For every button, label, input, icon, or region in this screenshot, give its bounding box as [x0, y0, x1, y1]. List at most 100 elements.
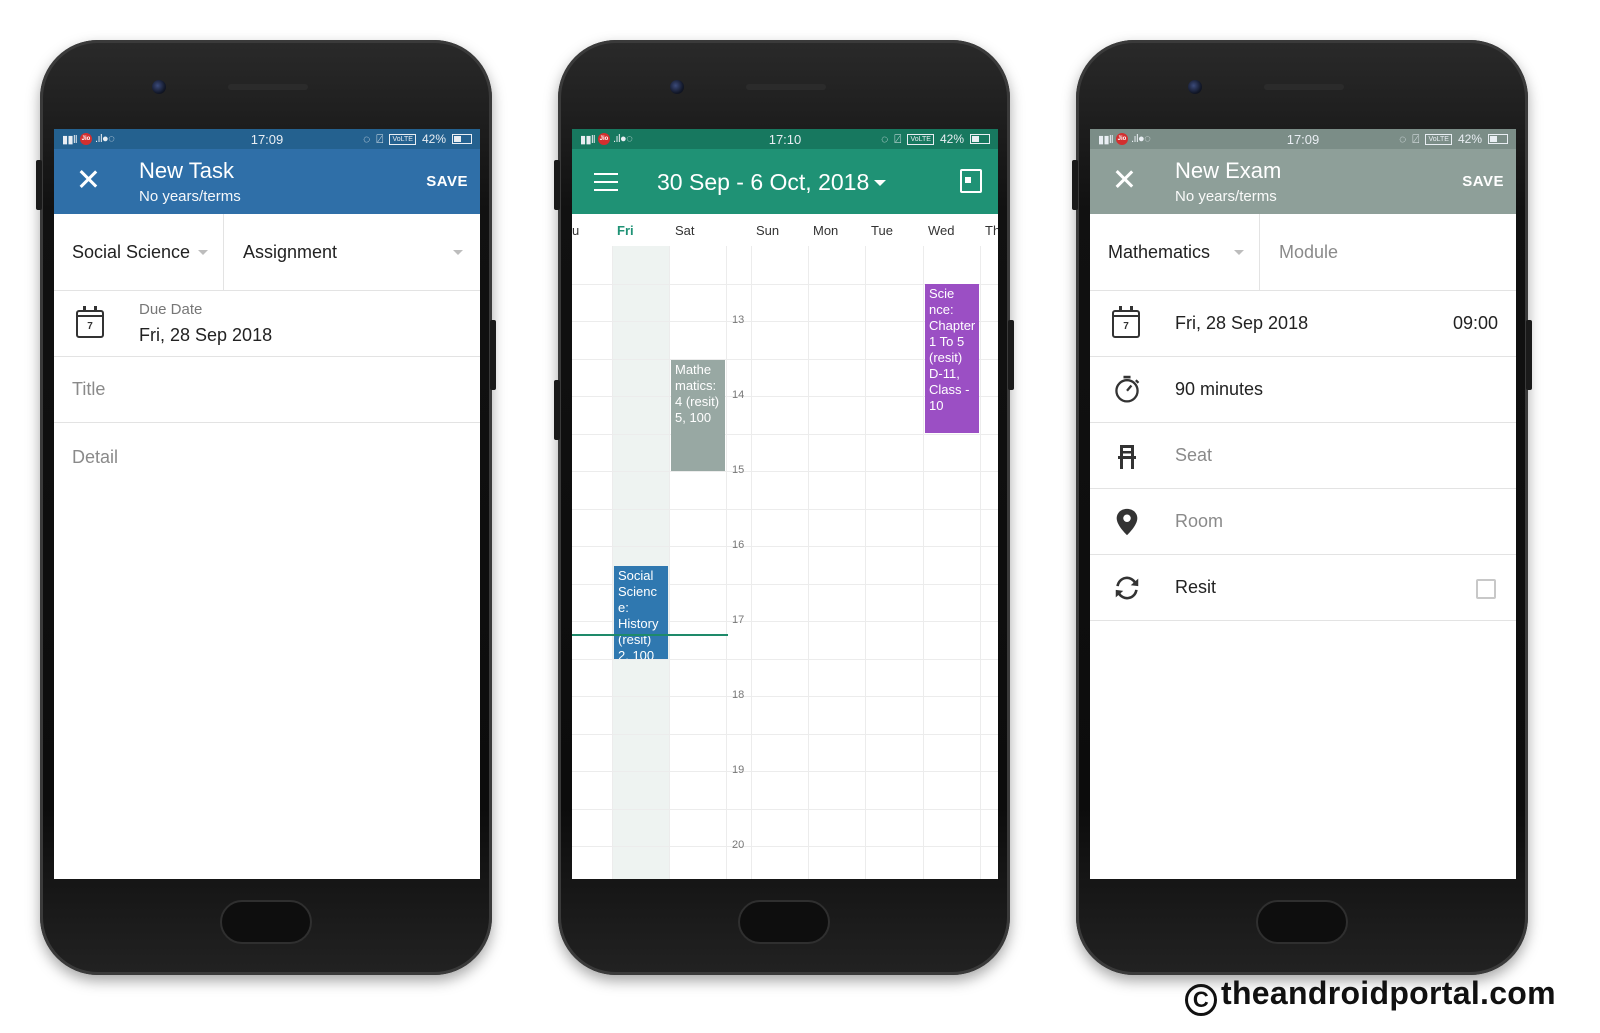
- signal-icon: ▮▮ll: [1098, 133, 1114, 146]
- menu-icon[interactable]: [594, 173, 618, 191]
- signal-icon: .ıl●◌: [95, 133, 115, 145]
- chevron-down-icon: [1234, 250, 1244, 255]
- mute-icon: ⍁: [376, 131, 384, 146]
- save-button[interactable]: SAVE: [1462, 173, 1504, 190]
- type-value: Assignment: [243, 242, 338, 262]
- power-button: [1526, 320, 1532, 390]
- mute-icon: ⍁: [894, 131, 902, 146]
- day-label: Mon: [813, 223, 839, 238]
- subject-select[interactable]: Social Science: [54, 214, 224, 290]
- phone-frame-task: ▮▮ll Jio .ıl●◌ 17:09 ◌ ⍁ VoLTE 42% New T…: [36, 40, 496, 975]
- battery-percent: 42%: [1457, 132, 1482, 146]
- volume-button: [554, 160, 560, 210]
- close-icon[interactable]: [76, 167, 100, 191]
- day-label: Sun: [756, 223, 780, 238]
- task-toolbar: New Task No years/terms SAVE: [54, 149, 480, 214]
- current-time-indicator: [572, 634, 728, 636]
- room-placeholder: Room: [1175, 511, 1224, 531]
- room-field[interactable]: Room: [1090, 489, 1516, 555]
- seat-field[interactable]: Seat: [1090, 423, 1516, 489]
- exam-screen: ▮▮ll Jio .ıl●◌ 17:09 ◌ ⍁ VoLTE 42% New E…: [1090, 129, 1516, 879]
- status-bar: ▮▮ll Jio .ıl●◌ 17:09 ◌ ⍁ VoLTE 42%: [54, 129, 480, 149]
- stopwatch-icon: [1115, 375, 1140, 403]
- title-field[interactable]: Title: [54, 357, 480, 423]
- close-icon[interactable]: [1112, 167, 1136, 191]
- detail-field[interactable]: Detail: [54, 423, 480, 563]
- home-button[interactable]: [1256, 900, 1348, 944]
- page-subtitle: No years/terms: [1175, 188, 1277, 205]
- save-button[interactable]: SAVE: [426, 173, 468, 190]
- hour-label: 18: [732, 689, 745, 701]
- phone-frame-exam: ▮▮ll Jio .ıl●◌ 17:09 ◌ ⍁ VoLTE 42% New E…: [1072, 40, 1532, 975]
- page-subtitle: No years/terms: [139, 188, 241, 205]
- day-label: Sat: [675, 223, 695, 238]
- watermark-text: theandroidportal.com: [1221, 975, 1556, 1011]
- subject-select[interactable]: Mathematics: [1090, 214, 1260, 290]
- subject-value: Social Science: [72, 242, 191, 262]
- day-header: u Fri Sat Sun Mon Tue Wed Th: [572, 214, 998, 246]
- carrier-icon: Jio: [1116, 133, 1128, 145]
- front-camera: [1188, 80, 1202, 94]
- calendar-today-icon[interactable]: [960, 169, 982, 193]
- chevron-down-icon[interactable]: [874, 180, 886, 186]
- event-mathematics[interactable]: Mathe matics: 4 (resit) 5, 100: [671, 360, 725, 471]
- earpiece-speaker: [228, 84, 308, 90]
- subject-value: Mathematics: [1108, 242, 1211, 262]
- signal-icon: ▮▮ll: [580, 133, 596, 146]
- page-title: New Exam: [1175, 158, 1282, 183]
- battery-icon: [970, 134, 990, 144]
- resit-row[interactable]: Resit: [1090, 555, 1516, 621]
- detail-placeholder: Detail: [72, 447, 119, 467]
- volume-button: [1072, 160, 1078, 210]
- duration-row[interactable]: 90 minutes: [1090, 357, 1516, 423]
- front-camera: [670, 80, 684, 94]
- home-button[interactable]: [220, 900, 312, 944]
- type-select[interactable]: Assignment: [225, 214, 480, 290]
- due-date-value: Fri, 28 Sep 2018: [139, 325, 273, 345]
- day-label-today: Fri: [617, 223, 634, 238]
- seat-icon: [1118, 445, 1136, 469]
- date-time-row[interactable]: 7 Fri, 28 Sep 2018 09:00: [1090, 291, 1516, 357]
- headset-icon: ◌: [881, 132, 889, 146]
- event-science[interactable]: Scie nce: Chapter 1 To 5 (resit) D-11, C…: [925, 284, 979, 433]
- week-range[interactable]: 30 Sep - 6 Oct, 2018: [657, 169, 869, 196]
- week-grid[interactable]: 13 14 15 16 17 18 19 20 Mathe matics: 4 …: [572, 246, 998, 879]
- power-button: [1008, 320, 1014, 390]
- signal-icon: .ıl●◌: [1131, 133, 1151, 145]
- day-label: Tue: [871, 223, 893, 238]
- power-button: [490, 320, 496, 390]
- hour-label: 16: [732, 539, 745, 551]
- resit-label: Resit: [1175, 577, 1217, 597]
- calendar-icon: 7: [76, 306, 104, 338]
- due-date-row[interactable]: 7 Due Date Fri, 28 Sep 2018: [54, 291, 480, 357]
- subject-type-row: Social Science Assignment: [54, 214, 480, 291]
- battery-percent: 42%: [939, 132, 964, 146]
- module-field[interactable]: Module: [1261, 214, 1516, 290]
- front-camera: [152, 80, 166, 94]
- copyright-icon: C: [1185, 984, 1217, 1016]
- exam-date[interactable]: Fri, 28 Sep 2018: [1175, 313, 1308, 334]
- event-social-science[interactable]: Social Scienc e: History (resit) 2, 100: [614, 566, 668, 659]
- hour-label: 15: [732, 464, 745, 476]
- calendar-toolbar: 30 Sep - 6 Oct, 2018: [572, 149, 998, 214]
- due-date-label: Due Date: [139, 301, 203, 318]
- volte-icon: VoLTE: [389, 133, 416, 145]
- chevron-down-icon: [453, 250, 463, 255]
- status-time: 17:09: [1286, 131, 1320, 147]
- hour-label: 19: [732, 764, 745, 776]
- resit-checkbox[interactable]: [1476, 579, 1496, 599]
- battery-icon: [1488, 134, 1508, 144]
- signal-icon: .ıl●◌: [613, 133, 633, 145]
- today-column: [612, 246, 669, 879]
- page-title: New Task: [139, 158, 234, 183]
- day-label: u: [572, 223, 580, 238]
- earpiece-speaker: [746, 84, 826, 90]
- status-time: 17:09: [250, 131, 284, 147]
- exam-time[interactable]: 09:00: [1453, 313, 1498, 334]
- home-button[interactable]: [738, 900, 830, 944]
- hour-label: 14: [732, 389, 745, 401]
- duration-value: 90 minutes: [1175, 379, 1264, 399]
- signal-icon: ▮▮ll: [62, 133, 78, 146]
- refresh-icon: [1115, 576, 1139, 600]
- carrier-icon: Jio: [598, 133, 610, 145]
